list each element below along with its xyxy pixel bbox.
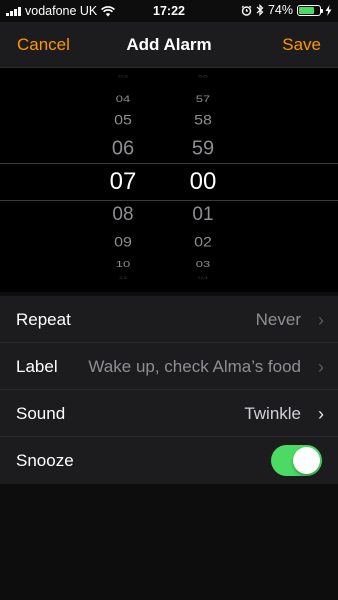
sound-value: Twinkle: [244, 404, 301, 423]
minute-option: 02: [194, 235, 212, 250]
chevron-right-icon: ›: [318, 357, 324, 377]
picker-selection-band: [0, 163, 338, 201]
snooze-row: Snooze: [0, 437, 338, 484]
time-picker: 03 04 05 06 07 08 09 10 11 56 57 58 59 0…: [0, 68, 338, 292]
minute-wheel[interactable]: 56 57 58 59 00 01 02 03 04: [173, 68, 233, 292]
label-value: Wake up, check Alma’s food: [88, 357, 301, 376]
minute-option: 58: [194, 113, 212, 128]
repeat-row[interactable]: Repeat Never ›: [0, 296, 338, 343]
minute-option: 01: [192, 204, 214, 225]
hour-option: 04: [115, 93, 131, 105]
minute-option: 56: [197, 73, 208, 79]
hour-wheel[interactable]: 03 04 05 06 07 08 09 10 11: [93, 68, 153, 292]
hour-option: 03: [117, 73, 128, 79]
repeat-value: Never: [255, 310, 301, 329]
status-right: 74%: [241, 3, 332, 17]
chevron-right-icon: ›: [318, 310, 324, 330]
sound-row[interactable]: Sound Twinkle ›: [0, 390, 338, 437]
selected-hour: 07: [109, 168, 137, 195]
save-button[interactable]: Save: [282, 35, 321, 55]
hour-option: 11: [118, 276, 128, 280]
hour-option: 06: [111, 137, 135, 160]
selected-minute: 00: [189, 168, 217, 195]
charging-bolt-icon: [325, 4, 332, 16]
hour-option: 08: [112, 204, 134, 225]
battery-percent: 74%: [267, 3, 293, 17]
hour-option: 05: [114, 113, 132, 128]
alarm-clock-icon: [241, 5, 252, 16]
nav-bar: Cancel Add Alarm Save: [0, 22, 338, 68]
minute-option: 04: [197, 276, 208, 280]
snooze-toggle[interactable]: [271, 445, 322, 476]
repeat-label: Repeat: [16, 310, 71, 329]
minute-option: 57: [195, 93, 211, 105]
toggle-knob: [293, 447, 320, 474]
battery-fill: [299, 6, 314, 14]
snooze-label: Snooze: [16, 451, 74, 470]
alarm-settings-list: Repeat Never › Label Wake up, check Alma…: [0, 296, 338, 484]
hour-option: 10: [115, 259, 131, 269]
chevron-right-icon: ›: [318, 404, 324, 424]
hour-option: 09: [114, 235, 132, 250]
sound-label: Sound: [16, 404, 66, 423]
bluetooth-icon: [256, 4, 264, 16]
status-bar: vodafone UK 17:22 74%: [0, 0, 338, 22]
minute-option: 59: [191, 137, 215, 160]
label-label: Label: [16, 357, 58, 376]
minute-option: 03: [195, 259, 211, 269]
battery-icon: [297, 4, 323, 16]
label-row[interactable]: Label Wake up, check Alma’s food ›: [0, 343, 338, 390]
